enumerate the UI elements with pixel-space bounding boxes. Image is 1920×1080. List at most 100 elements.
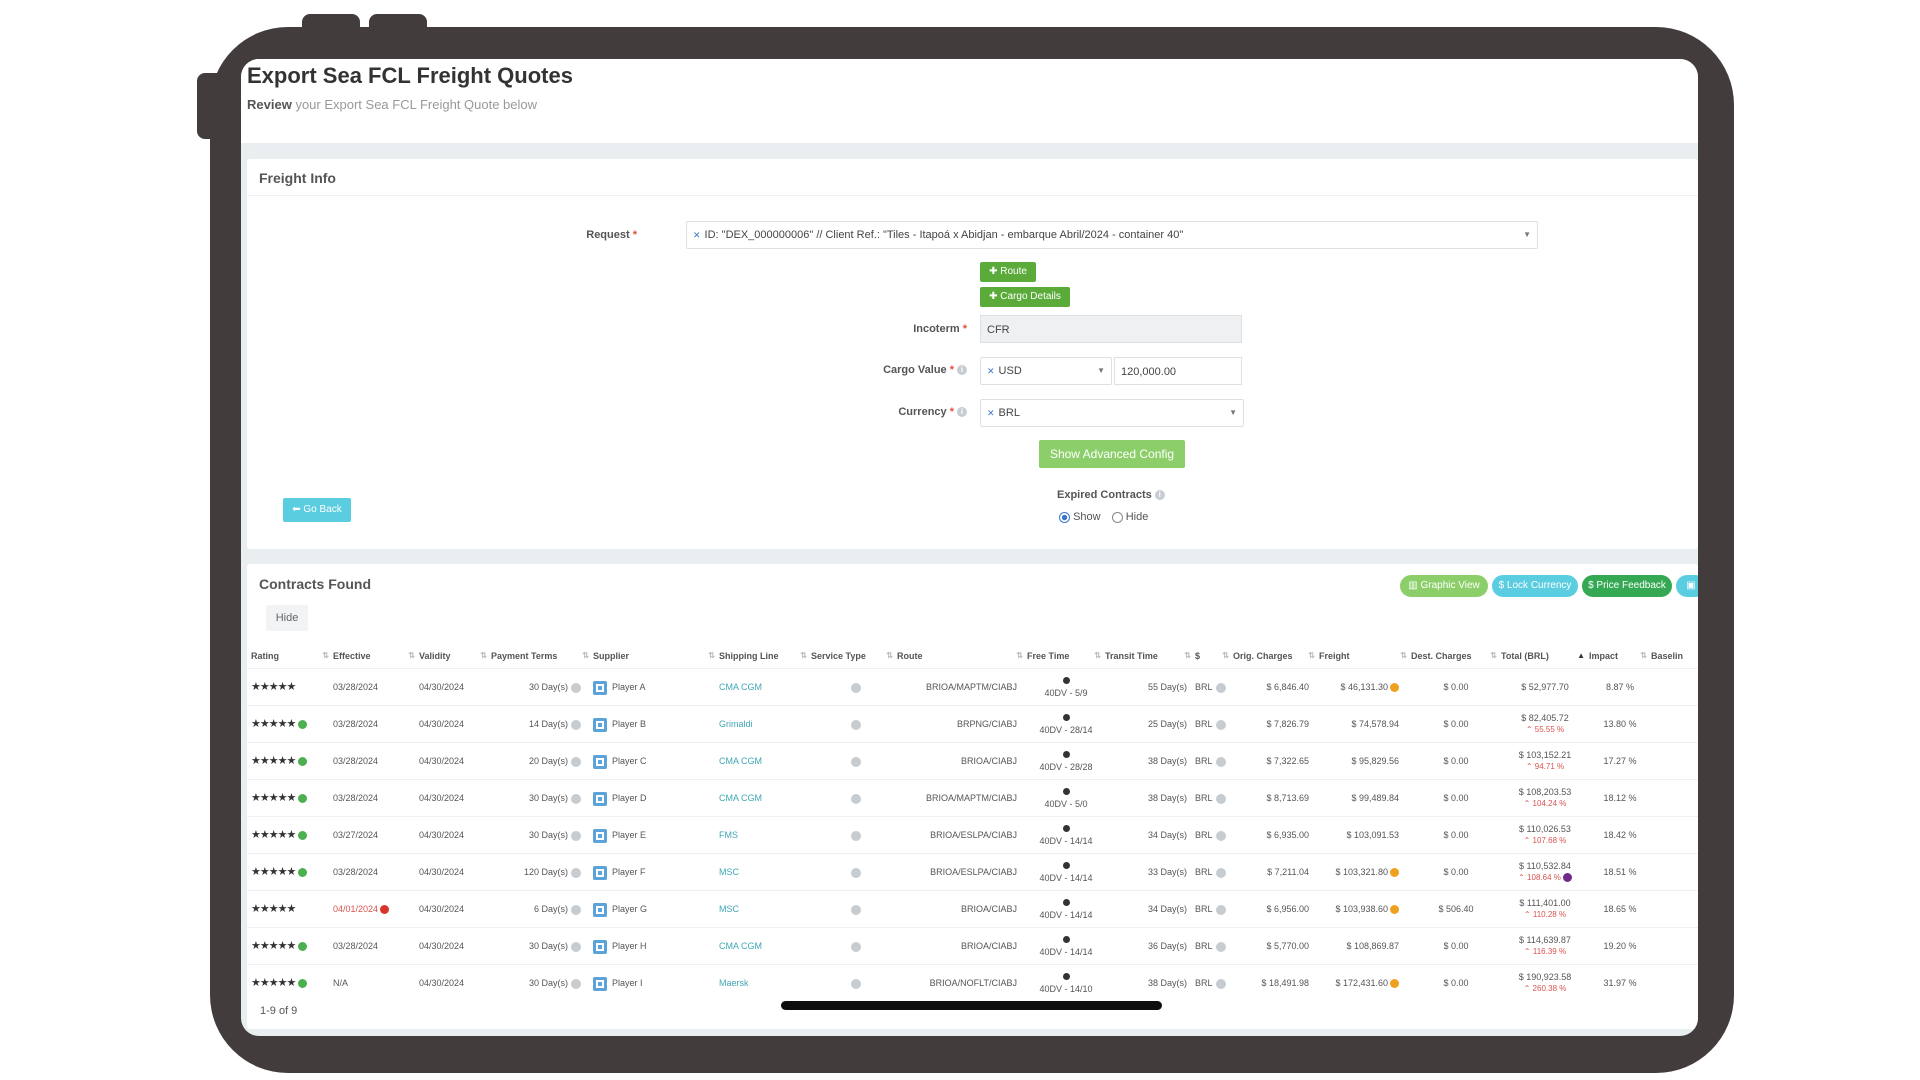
sort-icon[interactable]: ▲ bbox=[1577, 644, 1585, 668]
column-header[interactable]: Dest. Charges ⇅ bbox=[1411, 644, 1501, 668]
table-row[interactable]: ★★★★★ 03/28/2024 04/30/2024 30 Day(s) Player… bbox=[247, 927, 1698, 964]
table-row[interactable]: ★★★★★ 03/27/2024 04/30/2024 30 Day(s) Player… bbox=[247, 816, 1698, 853]
column-header[interactable]: Impact ⇅ bbox=[1589, 644, 1651, 668]
info-icon bbox=[1062, 899, 1070, 906]
supplier-icon bbox=[593, 902, 607, 917]
graphic-view-button[interactable]: ▥ Graphic View bbox=[1400, 575, 1488, 597]
add-route-button[interactable]: ✚ Route bbox=[980, 262, 1036, 282]
sort-icon[interactable]: ⇅ bbox=[1094, 644, 1101, 668]
table-cell: 03/28/2024 bbox=[333, 793, 379, 803]
table-cell: $ 0.00 bbox=[1443, 941, 1469, 951]
column-header[interactable]: Payment Terms ⇅ bbox=[491, 644, 593, 668]
column-header[interactable]: Service Type ⇅ bbox=[811, 644, 897, 668]
column-header[interactable]: Free Time ⇅ bbox=[1027, 644, 1105, 668]
table-cell: ★★★★★ bbox=[251, 965, 333, 1001]
shipping-line-link[interactable]: CMA CGM bbox=[719, 780, 811, 816]
sort-icon[interactable]: ⇅ bbox=[582, 644, 589, 668]
verified-icon bbox=[298, 942, 308, 952]
sort-icon[interactable]: ⇅ bbox=[1184, 644, 1191, 668]
table-cell: 03/28/2024 bbox=[333, 682, 379, 692]
column-header[interactable]: $ ⇅ bbox=[1195, 644, 1233, 668]
sort-icon[interactable]: ⇅ bbox=[480, 644, 487, 668]
table-row[interactable]: ★★★★★ 03/28/2024 04/30/2024 20 Day(s) Player… bbox=[247, 742, 1698, 779]
table-cell: 04/30/2024 bbox=[419, 756, 465, 766]
clear-icon[interactable]: ✕ bbox=[987, 408, 995, 418]
shipping-line-link[interactable]: CMA CGM bbox=[719, 669, 811, 705]
table-row[interactable]: ★★★★★ 04/01/2024 04/30/2024 6 Day(s) Player … bbox=[247, 890, 1698, 927]
sort-icon[interactable]: ⇅ bbox=[1308, 644, 1315, 668]
sort-icon[interactable]: ⇅ bbox=[322, 644, 329, 668]
table-row[interactable]: ★★★★★ 03/28/2024 04/30/2024 120 Day(s) Playe… bbox=[247, 853, 1698, 890]
shipping-line-link[interactable]: FMS bbox=[719, 817, 811, 853]
column-header[interactable]: Baselin bbox=[1651, 644, 1698, 668]
currency-select[interactable]: ✕ BRL ▼ bbox=[980, 399, 1244, 427]
column-header[interactable]: Effective ⇅ bbox=[333, 644, 419, 668]
cargo-amount-input[interactable]: 120,000.00 bbox=[1114, 357, 1242, 385]
shipping-line-link[interactable]: Maersk bbox=[719, 965, 811, 1001]
column-header[interactable]: Rating ⇅ bbox=[251, 644, 333, 668]
table-row[interactable]: ★★★★★ 03/28/2024 04/30/2024 30 Day(s) Player… bbox=[247, 779, 1698, 816]
request-select[interactable]: ✕ ID: "DEX_000000006" // Client Ref.: "Ti… bbox=[686, 221, 1538, 249]
table-cell bbox=[811, 780, 897, 816]
table-row[interactable]: ★★★★★ N/A 04/30/2024 30 Day(s) Player I Maers… bbox=[247, 964, 1698, 1001]
table-cell: $ 103,321.80 bbox=[1319, 854, 1411, 890]
info-icon bbox=[571, 941, 581, 952]
column-header[interactable]: Shipping Line ⇅ bbox=[719, 644, 811, 668]
table-cell: BRIOA/ESLPA/CIABJ bbox=[930, 830, 1017, 840]
table-row[interactable]: ★★★★★ 03/28/2024 04/30/2024 14 Day(s) Player… bbox=[247, 705, 1698, 742]
table-cell: ★★★★★ bbox=[251, 903, 296, 915]
shipping-line-link[interactable]: Grimaldi bbox=[719, 706, 811, 742]
add-cargo-details-button[interactable]: ✚ Cargo Details bbox=[980, 287, 1070, 307]
column-header[interactable]: Validity ⇅ bbox=[419, 644, 491, 668]
cargo-currency-select[interactable]: ✕ USD ▼ bbox=[980, 357, 1112, 385]
alert-icon bbox=[380, 905, 390, 915]
clear-icon[interactable]: ✕ bbox=[987, 366, 995, 376]
supplier-icon bbox=[593, 680, 607, 695]
sort-icon[interactable]: ⇅ bbox=[886, 644, 893, 668]
sort-icon[interactable]: ⇅ bbox=[1016, 644, 1023, 668]
sort-icon[interactable]: ⇅ bbox=[1400, 644, 1407, 668]
lock-currency-button[interactable]: $ Lock Currency bbox=[1492, 575, 1578, 597]
expired-radio-group: Show Hide bbox=[1059, 511, 1148, 523]
show-radio[interactable] bbox=[1059, 511, 1070, 523]
sort-icon[interactable]: ⇅ bbox=[1640, 644, 1647, 668]
column-header[interactable]: Supplier ⇅ bbox=[593, 644, 719, 668]
show-advanced-config-button[interactable]: Show Advanced Config bbox=[1039, 440, 1185, 468]
hide-radio[interactable] bbox=[1111, 511, 1123, 523]
info-icon bbox=[571, 867, 581, 878]
shipping-line-link[interactable]: MSC bbox=[719, 854, 811, 890]
shipping-line-link[interactable]: MSC bbox=[719, 891, 811, 927]
sort-icon[interactable]: ⇅ bbox=[1222, 644, 1229, 668]
shipping-line-link[interactable]: CMA CGM bbox=[719, 928, 811, 964]
price-feedback-button[interactable]: $ Price Feedback bbox=[1582, 575, 1672, 597]
go-back-button[interactable]: ⬅ Go Back bbox=[283, 498, 351, 522]
column-header[interactable]: Transit Time ⇅ bbox=[1105, 644, 1195, 668]
export-button[interactable]: ▣ bbox=[1676, 575, 1698, 597]
shipping-line-link[interactable]: CMA CGM bbox=[719, 743, 811, 779]
column-header[interactable]: Orig. Charges ⇅ bbox=[1233, 644, 1319, 668]
sort-icon[interactable]: ⇅ bbox=[800, 644, 807, 668]
column-header[interactable]: Total (BRL) ▲ bbox=[1501, 644, 1589, 668]
table-cell: $ 103,938.60 bbox=[1319, 891, 1411, 927]
verified-icon bbox=[298, 979, 308, 989]
info-icon bbox=[571, 719, 581, 730]
table-cell: N/A bbox=[333, 978, 349, 988]
sort-icon[interactable]: ⇅ bbox=[1490, 644, 1497, 668]
table-cell: $ 46,131.30 bbox=[1319, 669, 1411, 705]
info-icon bbox=[850, 719, 861, 730]
clear-icon[interactable]: ✕ bbox=[693, 230, 701, 240]
page-subtitle: Review your Export Sea FCL Freight Quote… bbox=[247, 97, 537, 112]
sort-icon[interactable]: ⇅ bbox=[408, 644, 415, 668]
column-header[interactable]: Freight ⇅ bbox=[1319, 644, 1411, 668]
column-header[interactable]: Route ⇅ bbox=[897, 644, 1027, 668]
table-cell: 03/27/2024 bbox=[333, 830, 379, 840]
table-cell: Player H bbox=[593, 928, 719, 964]
table-cell: 03/28/2024 bbox=[333, 756, 379, 766]
table-row[interactable]: ★★★★★ 03/28/2024 04/30/2024 30 Day(s) Player… bbox=[247, 668, 1698, 705]
incoterm-field[interactable]: CFR bbox=[980, 315, 1242, 343]
hide-contracts-button[interactable]: Hide bbox=[266, 605, 308, 631]
verified-icon bbox=[298, 720, 308, 730]
info-icon bbox=[571, 756, 581, 767]
request-value: ID: "DEX_000000006" // Client Ref.: "Til… bbox=[704, 229, 1184, 241]
sort-icon[interactable]: ⇅ bbox=[708, 644, 715, 668]
